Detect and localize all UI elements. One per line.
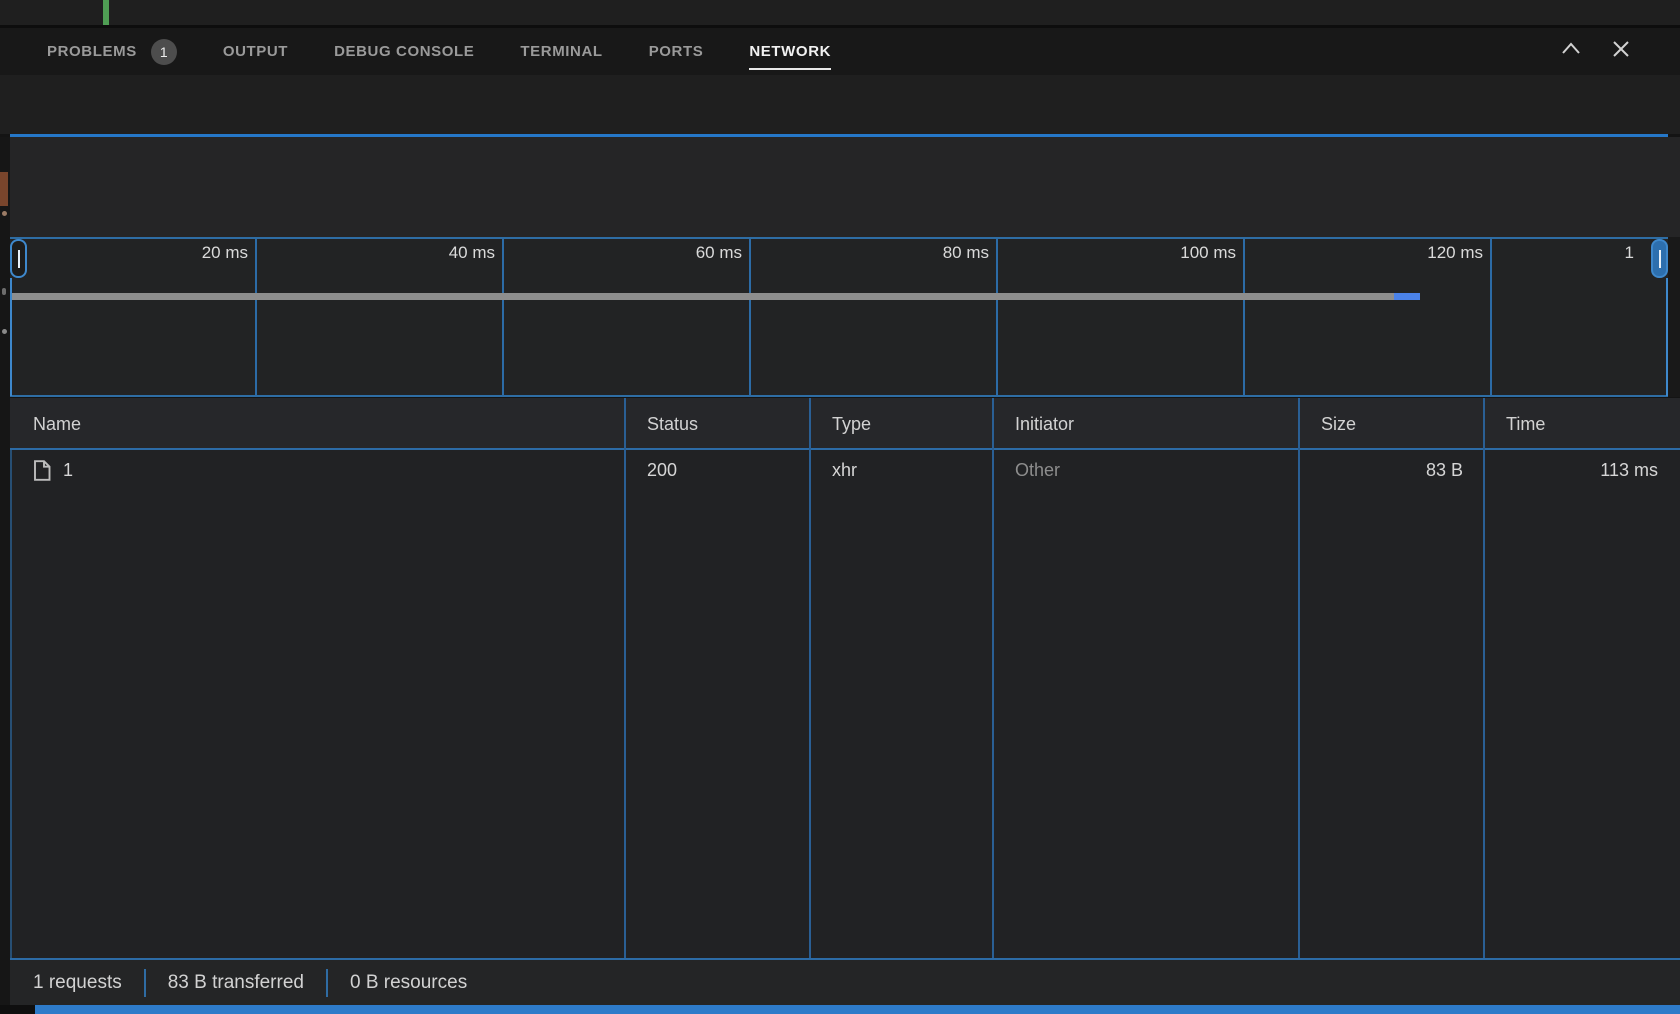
column-header-type[interactable]: Type <box>809 398 992 450</box>
chevron-up-icon[interactable] <box>1556 34 1586 64</box>
cell-type: xhr <box>809 450 992 490</box>
panel-tab-bar: PROBLEMS 1 OUTPUT DEBUG CONSOLE TERMINAL… <box>0 28 1680 75</box>
gutter-dot <box>2 211 7 216</box>
ruler-label-clipped: 1 <box>1524 243 1634 263</box>
editor-code-strip: 20 // const yourMMKVStorage = new MMKV()… <box>0 0 1680 25</box>
ruler-gridline <box>502 239 504 396</box>
ruler-gridline <box>255 239 257 396</box>
transferred-size: 83 B transferred <box>168 972 304 994</box>
left-gutter <box>0 137 10 1005</box>
column-header-time[interactable]: Time <box>1483 398 1680 450</box>
bottom-corner <box>0 1005 35 1014</box>
ruler-label-60ms: 60 ms <box>622 243 742 263</box>
ruler-gridline <box>1490 239 1492 396</box>
document-icon <box>33 460 51 481</box>
overview-left-handle[interactable] <box>10 239 27 278</box>
table-header-row: Name Status Type Initiator Size Time <box>10 398 1680 450</box>
column-header-initiator[interactable]: Initiator <box>992 398 1298 450</box>
minimap-mark <box>0 172 8 206</box>
ruler-label-20ms: 20 ms <box>128 243 248 263</box>
footer-separator <box>326 969 328 997</box>
tab-terminal[interactable]: TERMINAL <box>520 43 602 60</box>
tab-output[interactable]: OUTPUT <box>223 43 288 60</box>
column-header-status[interactable]: Status <box>624 398 809 450</box>
footer-separator <box>144 969 146 997</box>
network-summary-bar: 1 requests 83 B transferred 0 B resource… <box>0 958 1680 1005</box>
column-header-size[interactable]: Size <box>1298 398 1483 450</box>
ruler-label-40ms: 40 ms <box>375 243 495 263</box>
tab-problems[interactable]: PROBLEMS 1 <box>47 39 177 65</box>
tab-ports[interactable]: PORTS <box>649 43 704 60</box>
column-header-name[interactable]: Name <box>10 398 624 450</box>
overview-request-bar-download <box>1394 293 1420 300</box>
gutter-dot <box>2 288 6 295</box>
overview-left-handle-line <box>10 278 12 396</box>
cell-size: 83 B <box>1298 450 1483 490</box>
cell-time: 113 ms <box>1483 450 1678 490</box>
filter-bar: Invert More filters All Fetch/XHR Doc CS… <box>0 137 1680 237</box>
cell-name: 1 <box>10 450 624 490</box>
overview-right-gap <box>1668 237 1680 397</box>
ruler-gridline <box>749 239 751 396</box>
ruler-label-100ms: 100 ms <box>1116 243 1236 263</box>
ruler-label-120ms: 120 ms <box>1363 243 1483 263</box>
overview-request-bar <box>12 293 1394 300</box>
ruler-label-80ms: 80 ms <box>869 243 989 263</box>
network-toolbar <box>0 75 1680 134</box>
panel-bottom-border <box>35 1005 1680 1014</box>
tab-network[interactable]: NETWORK <box>749 43 831 60</box>
overview-right-handle[interactable] <box>1651 239 1668 278</box>
tab-debug-console[interactable]: DEBUG CONSOLE <box>334 43 474 60</box>
cell-status: 200 <box>624 450 809 490</box>
close-icon[interactable] <box>1606 34 1636 64</box>
gutter-dot <box>2 329 7 334</box>
table-row[interactable]: 1 200 xhr Other 83 B 113 ms <box>10 450 1680 490</box>
overview-right-handle-line <box>1666 278 1668 396</box>
cell-initiator: Other <box>992 450 1298 490</box>
resources-size: 0 B resources <box>350 972 467 994</box>
ruler-gridline <box>996 239 998 396</box>
requests-count: 1 requests <box>33 972 122 994</box>
problems-count-badge: 1 <box>151 39 177 65</box>
ruler-gridline <box>1243 239 1245 396</box>
modified-line-indicator <box>103 0 109 25</box>
